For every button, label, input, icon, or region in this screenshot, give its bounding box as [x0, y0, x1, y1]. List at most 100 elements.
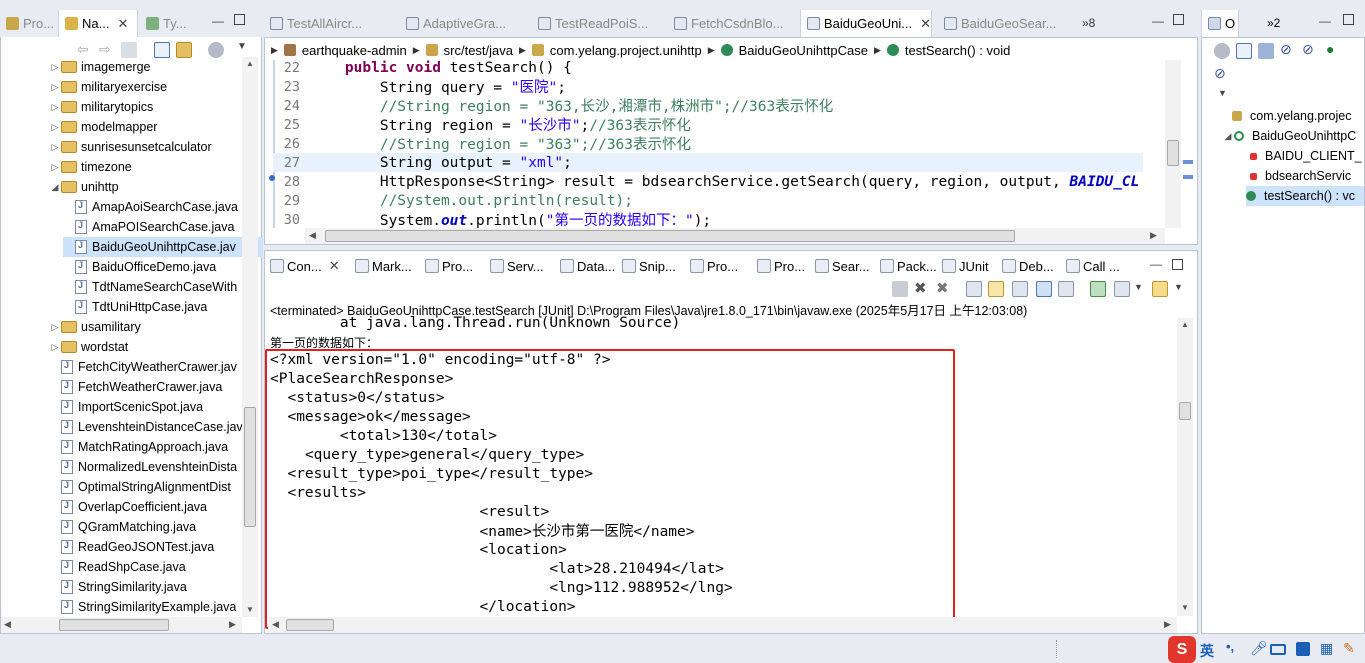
breadcrumb-item[interactable]: com.yelang.project.unihttp: [550, 43, 702, 58]
collapsed-arrow-icon[interactable]: ▷: [49, 62, 61, 73]
editor-horizontal-scrollbar[interactable]: ◀ ▶: [305, 228, 1165, 244]
collapsed-arrow-icon[interactable]: ▷: [49, 122, 61, 133]
collapsed-arrow-icon[interactable]: ▷: [49, 162, 61, 173]
tree-file[interactable]: TdtNameSearchCaseWith: [63, 277, 263, 297]
chevron-down-icon[interactable]: ▼: [1134, 282, 1143, 292]
tree-file[interactable]: NormalizedLevenshteinDista: [49, 457, 249, 477]
close-icon[interactable]: ✕: [920, 16, 931, 32]
scroll-thumb[interactable]: [59, 619, 169, 631]
scroll-down-icon[interactable]: ▼: [1181, 603, 1189, 612]
console-vertical-scrollbar[interactable]: ▲ ▼: [1177, 318, 1193, 616]
tree-file[interactable]: BaiduGeoUnihttpCase.jav: [63, 237, 263, 257]
keyboard-icon[interactable]: [1270, 644, 1286, 655]
hide-static-icon[interactable]: ⊘: [1302, 41, 1314, 58]
skin-icon[interactable]: [1296, 642, 1310, 656]
tree-folder[interactable]: ▷ modelmapper: [49, 117, 249, 137]
tab-editor[interactable]: AdaptiveGra...: [400, 10, 532, 37]
code-area[interactable]: 22 public void testSearch() {23 String q…: [273, 58, 1173, 230]
minimize-icon[interactable]: —: [1152, 14, 1164, 28]
sogou-logo-icon[interactable]: S: [1168, 636, 1196, 663]
close-icon[interactable]: ✕: [117, 16, 128, 32]
tree-folder[interactable]: ▷ sunrisesunsetcalculator: [49, 137, 249, 157]
remove-launch-icon[interactable]: ✖: [914, 279, 927, 297]
tab-console-view[interactable]: Sear...: [815, 255, 870, 277]
expanded-arrow-icon[interactable]: ◢: [49, 182, 61, 193]
collapsed-arrow-icon[interactable]: ▷: [49, 322, 61, 333]
tab-console-view[interactable]: Mark...: [355, 255, 412, 277]
view-menu-icon[interactable]: ▼: [237, 41, 247, 52]
tree-folder[interactable]: ▷ imagemerge: [49, 57, 249, 77]
scroll-up-icon[interactable]: ▲: [1181, 320, 1189, 329]
outline-item[interactable]: ◢ BaiduGeoUnihttpC: [1222, 126, 1364, 146]
tree-file[interactable]: OptimalStringAlignmentDist: [49, 477, 249, 497]
tree-folder[interactable]: ◢ unihttp: [49, 177, 249, 197]
tree-file[interactable]: StringSimilarityExample.java: [49, 597, 249, 617]
tree-horizontal-scrollbar[interactable]: ◀ ▶: [1, 617, 242, 633]
open-console-icon[interactable]: [1152, 281, 1168, 297]
pin-console-icon[interactable]: [1090, 281, 1106, 297]
tab-console-view[interactable]: Pro...: [757, 255, 805, 277]
breadcrumb-item[interactable]: src/test/java: [444, 43, 513, 58]
tab-console-view[interactable]: JUnit: [942, 255, 989, 277]
console-horizontal-scrollbar[interactable]: ◀ ▶: [268, 617, 1177, 633]
hide-fields-icon[interactable]: ⊘: [1280, 41, 1292, 58]
tab-type-hierarchy[interactable]: Ty...: [140, 10, 200, 37]
scroll-lock-icon[interactable]: [988, 281, 1004, 297]
scroll-right-icon[interactable]: ▶: [1150, 230, 1157, 241]
tree-file[interactable]: StringSimilarity.java: [49, 577, 249, 597]
tree-file[interactable]: TdtUniHttpCase.java: [63, 297, 263, 317]
tree-file[interactable]: OverlapCoefficient.java: [49, 497, 249, 517]
maximize-icon[interactable]: [1173, 14, 1184, 25]
tab-project-explorer[interactable]: Pro...: [0, 10, 56, 37]
more-icon[interactable]: ✎: [1343, 640, 1355, 657]
tree-folder[interactable]: ▷ militarytopics: [49, 97, 249, 117]
remove-all-icon[interactable]: ✖: [936, 279, 949, 297]
breadcrumb-item[interactable]: testSearch() : void: [905, 43, 1011, 58]
minimize-icon[interactable]: —: [1150, 257, 1162, 271]
scroll-right-icon[interactable]: ▶: [229, 619, 236, 630]
tree-file[interactable]: ImportScenicSpot.java: [49, 397, 249, 417]
maximize-icon[interactable]: [234, 14, 245, 25]
scroll-left-icon[interactable]: ◀: [272, 619, 279, 630]
tab-console-view[interactable]: Serv...: [490, 255, 544, 277]
tree-file[interactable]: FetchWeatherCrawer.java: [49, 377, 249, 397]
collapsed-arrow-icon[interactable]: ▷: [49, 102, 61, 113]
breadcrumb-item[interactable]: earthquake-admin: [302, 43, 407, 58]
tab-console-view[interactable]: Pro...: [690, 255, 738, 277]
show-on-output-icon[interactable]: [1036, 281, 1052, 297]
outline-item[interactable]: testSearch() : vc: [1246, 186, 1364, 206]
tree-file[interactable]: MatchRatingApproach.java: [49, 437, 249, 457]
tab-console-view[interactable]: Con... ✕: [270, 255, 340, 277]
maximize-icon[interactable]: [1343, 14, 1354, 25]
link-editor-icon[interactable]: [176, 42, 192, 58]
collapsed-arrow-icon[interactable]: ▷: [49, 82, 61, 93]
editor-overflow[interactable]: »8: [1082, 16, 1095, 30]
back-arrow-icon[interactable]: ⇦: [77, 41, 89, 58]
minimize-icon[interactable]: —: [1319, 14, 1331, 28]
scroll-down-icon[interactable]: ▼: [246, 605, 254, 614]
tree-vertical-scrollbar[interactable]: ▲ ▼: [242, 57, 258, 617]
breadcrumb-item[interactable]: BaiduGeoUnihttpCase: [739, 43, 868, 58]
tab-editor[interactable]: FetchCsdnBlo...: [668, 10, 800, 37]
tab-console-view[interactable]: Pack...: [880, 255, 937, 277]
tab-console-view[interactable]: Call ...: [1066, 255, 1120, 277]
scroll-thumb[interactable]: [286, 619, 334, 631]
scroll-thumb[interactable]: [1179, 402, 1191, 420]
ime-mode[interactable]: 英: [1200, 641, 1214, 661]
tree-folder[interactable]: ▷ usamilitary: [49, 317, 249, 337]
filter-icon[interactable]: [1214, 43, 1230, 59]
scroll-right-icon[interactable]: ▶: [1164, 619, 1171, 630]
scroll-thumb[interactable]: [1167, 140, 1179, 166]
close-icon[interactable]: ✕: [329, 258, 340, 274]
tree-file[interactable]: ReadShpCase.java: [49, 557, 249, 577]
tree-folder[interactable]: ▷ wordstat: [49, 337, 249, 357]
tree-file[interactable]: LevenshteinDistanceCase.jav: [49, 417, 249, 437]
tab-console-view[interactable]: Data...: [560, 255, 615, 277]
outline-overflow[interactable]: »2: [1267, 16, 1280, 30]
scroll-thumb[interactable]: [325, 230, 1015, 242]
collapsed-arrow-icon[interactable]: ▷: [49, 342, 61, 353]
word-wrap-icon[interactable]: [1012, 281, 1028, 297]
outline-item[interactable]: bdsearchServic: [1250, 166, 1364, 186]
tab-outline[interactable]: O: [1201, 10, 1239, 37]
tab-editor[interactable]: TestReadPoiS...: [532, 10, 664, 37]
